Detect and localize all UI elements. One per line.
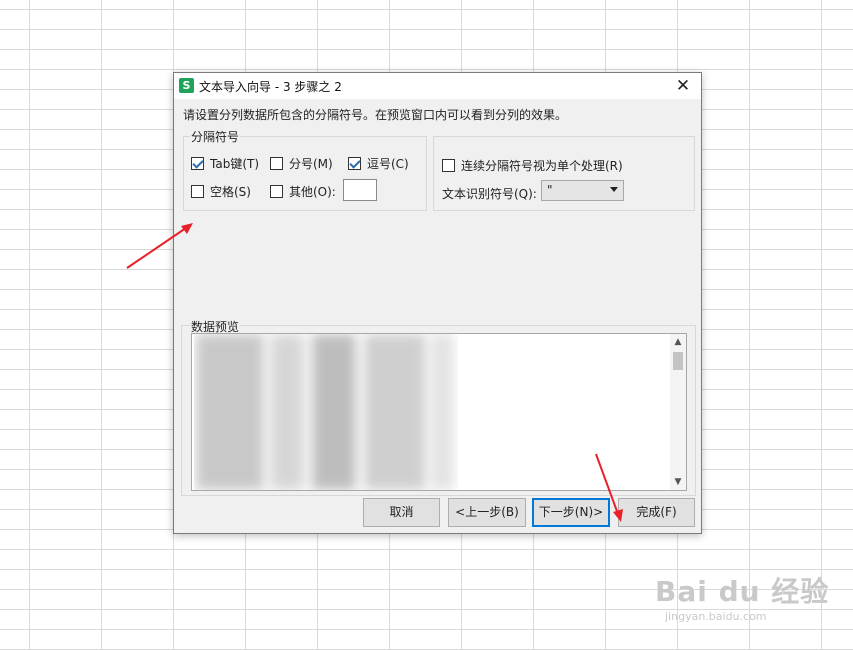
back-button[interactable]: <上一步(B) <box>448 498 526 527</box>
tab-checkbox[interactable]: Tab键(T) <box>191 155 259 172</box>
text-qualifier-value: " <box>547 183 553 197</box>
space-checkbox-box[interactable] <box>191 185 204 198</box>
other-checkbox-box[interactable] <box>270 185 283 198</box>
scroll-thumb[interactable] <box>673 352 683 370</box>
text-import-wizard-dialog: S 文本导入向导 - 3 步骤之 2 ✕ 请设置分列数据所包含的分隔符号。在预览… <box>173 72 702 534</box>
title-bar: S 文本导入向导 - 3 步骤之 2 ✕ <box>174 73 701 99</box>
instruction-text: 请设置分列数据所包含的分隔符号。在预览窗口内可以看到分列的效果。 <box>183 108 568 122</box>
wps-spreadsheet-icon: S <box>179 78 194 93</box>
finish-button[interactable]: 完成(F) <box>618 498 695 527</box>
other-delimiter-input[interactable] <box>343 179 377 201</box>
chevron-down-icon <box>610 187 618 192</box>
space-checkbox[interactable]: 空格(S) <box>191 183 251 200</box>
comma-checkbox-box[interactable] <box>348 157 361 170</box>
comma-checkbox[interactable]: 逗号(C) <box>348 155 409 172</box>
consecutive-checkbox-label: 连续分隔符号视为单个处理(R) <box>461 159 623 173</box>
semicolon-checkbox-box[interactable] <box>270 157 283 170</box>
text-qualifier-label: 文本识别符号(Q): <box>442 187 537 201</box>
text-qualifier-select[interactable]: " <box>541 180 624 201</box>
preview-blurred-content <box>194 334 458 490</box>
consecutive-checkbox-box[interactable] <box>442 159 455 172</box>
other-checkbox[interactable]: 其他(O): <box>270 183 336 200</box>
other-checkbox-label: 其他(O): <box>289 185 336 199</box>
baidu-jingyan-watermark: Bai du 经验 jingyan.baidu.com <box>655 570 829 623</box>
consecutive-delimiters-checkbox[interactable]: 连续分隔符号视为单个处理(R) <box>442 157 623 174</box>
watermark-url: jingyan.baidu.com <box>665 610 767 623</box>
tab-checkbox-box[interactable] <box>191 157 204 170</box>
tab-checkbox-label: Tab键(T) <box>210 157 260 171</box>
next-button[interactable]: 下一步(N)> <box>532 498 610 527</box>
close-button[interactable]: ✕ <box>671 75 695 97</box>
delimiters-group-label: 分隔符号 <box>190 128 241 145</box>
scroll-down-icon[interactable]: ▼ <box>673 477 683 487</box>
dialog-title: 文本导入向导 - 3 步骤之 2 <box>199 80 342 94</box>
space-checkbox-label: 空格(S) <box>210 185 251 199</box>
cancel-button[interactable]: 取消 <box>363 498 440 527</box>
data-preview-pane[interactable]: ▲ ▼ <box>191 333 687 491</box>
semicolon-checkbox[interactable]: 分号(M) <box>270 155 333 172</box>
preview-scrollbar[interactable]: ▲ ▼ <box>670 334 686 490</box>
scroll-up-icon[interactable]: ▲ <box>673 337 683 347</box>
watermark-logo: Bai du 经验 <box>655 575 830 608</box>
semicolon-checkbox-label: 分号(M) <box>289 157 333 171</box>
comma-checkbox-label: 逗号(C) <box>367 157 409 171</box>
